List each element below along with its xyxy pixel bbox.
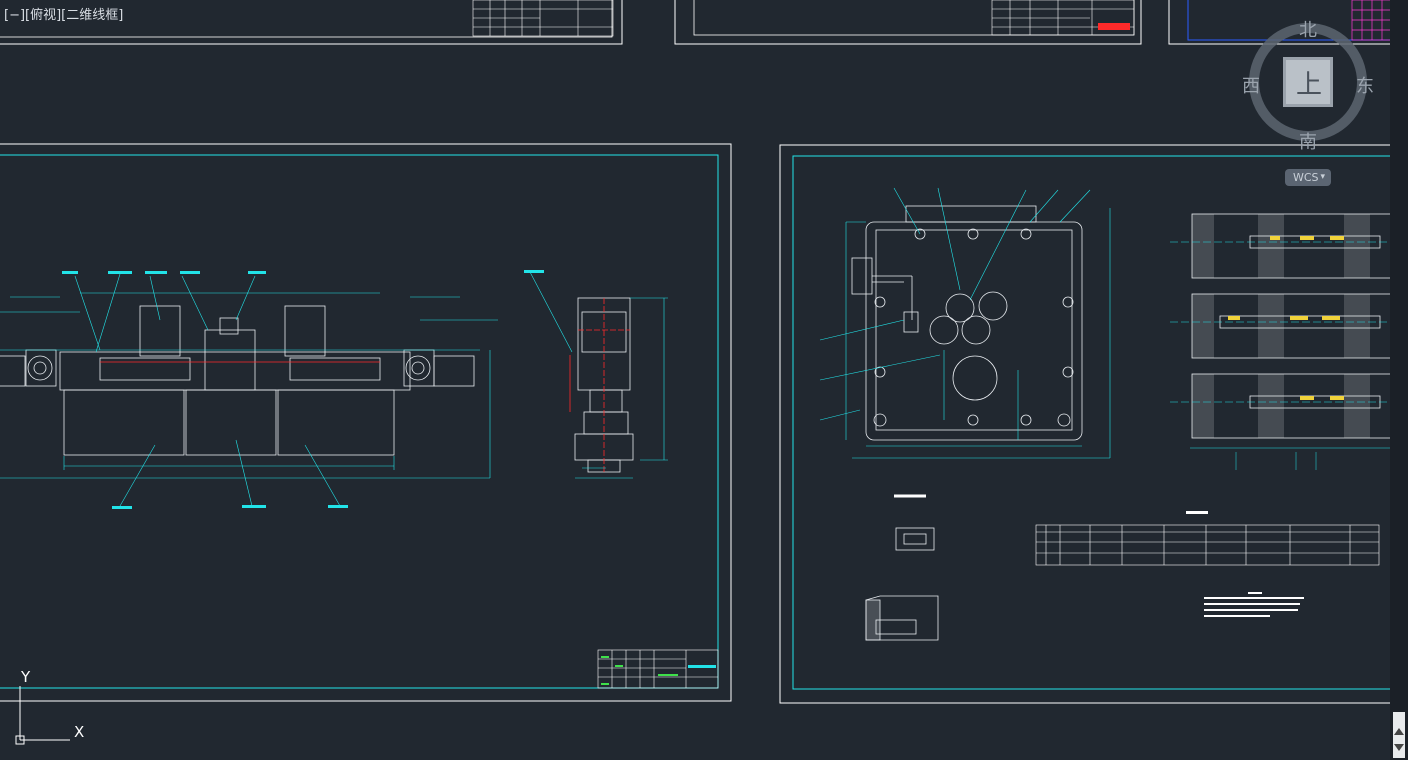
wcs-label: WCS (1293, 171, 1319, 184)
parts-list-table (1035, 524, 1380, 566)
viewcube-north[interactable]: 北 (1299, 16, 1317, 42)
viewcube-west[interactable]: 西 (1242, 72, 1260, 98)
title-block (472, 0, 614, 37)
title-block (597, 649, 719, 689)
detail-view-b[interactable] (865, 595, 939, 641)
technical-notes (1204, 592, 1304, 617)
dimensions-side (575, 297, 668, 479)
scroll-up-icon[interactable] (1394, 728, 1404, 735)
scroll-thumb[interactable] (1393, 712, 1405, 758)
title-block (1351, 0, 1390, 41)
assembly-front-view[interactable] (0, 305, 480, 456)
wcs-dropdown[interactable]: WCS ▾ (1285, 169, 1331, 186)
viewcube-face-top[interactable]: 上 (1296, 64, 1322, 101)
assembly-side-view[interactable] (569, 297, 634, 473)
dimensions-front (0, 271, 573, 507)
ucs-y-label: Y (21, 668, 31, 686)
sheet-top-middle[interactable] (674, 0, 1142, 45)
vertical-scrollbar[interactable] (1390, 0, 1408, 760)
scroll-down-icon[interactable] (1394, 744, 1404, 751)
viewcube-south[interactable]: 南 (1299, 128, 1317, 154)
viewport-label[interactable]: [−][俯视][二维线框] (4, 4, 123, 23)
ucs-icon (15, 686, 70, 745)
chevron-down-icon: ▾ (1320, 172, 1325, 182)
sheet-right[interactable] (779, 144, 1390, 704)
detail-view-a[interactable] (894, 494, 935, 551)
ucs-x-label: X (74, 723, 85, 741)
dimensions-gearbox (819, 187, 1111, 459)
viewcube-east[interactable]: 东 (1356, 72, 1374, 98)
gearbox-plan-view[interactable] (851, 205, 1083, 441)
drawing-canvas[interactable] (0, 0, 1390, 760)
sheet-left[interactable] (0, 143, 732, 702)
shaft-highlights (1228, 236, 1344, 400)
